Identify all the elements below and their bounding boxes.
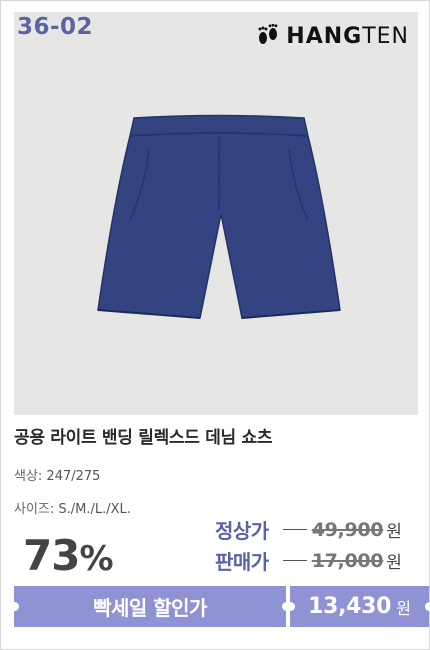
color-label: 색상: [14, 469, 38, 484]
color-option: 색상: 247/275: [14, 465, 100, 484]
discount-rate: 73%: [23, 531, 114, 580]
promo-currency: 원: [396, 598, 411, 618]
color-value: : 247/275: [37, 469, 101, 484]
sale-price-label: 판매가: [215, 550, 269, 574]
promo-price-button[interactable]: 13,430 원: [290, 586, 429, 627]
brand-logo: HANGTEN: [257, 22, 409, 50]
regular-price-label: 정상가: [215, 519, 269, 543]
discount-sign: %: [79, 539, 113, 579]
promo-price: 13,430: [308, 594, 392, 619]
promo-label-button[interactable]: 빡세일 할인가: [14, 586, 286, 627]
discount-number: 73: [23, 531, 80, 580]
product-card[interactable]: 36-02 HANGTEN 공용 라이트 밴딩 릴렉스드 데님 쇼츠 색상: 2…: [0, 0, 430, 650]
divider-line: [282, 560, 307, 561]
regular-price-value: 49,900: [311, 518, 384, 541]
promo-label: 빡세일 할인가: [93, 596, 207, 620]
regular-price-unit: 원: [386, 522, 402, 542]
denim-shorts-image: [97, 114, 341, 319]
regular-price-row: 정상가 49,900 원: [215, 515, 402, 544]
ticket-notch: [425, 602, 430, 611]
product-name[interactable]: 공용 라이트 밴딩 릴렉스드 데님 쇼츠: [14, 423, 273, 448]
product-code: 36-02: [17, 14, 94, 40]
brand-name: HANGTEN: [286, 23, 409, 49]
product-photo[interactable]: 36-02 HANGTEN: [14, 12, 418, 415]
ticket-notch: [286, 602, 295, 611]
size-option: 사이즈: S./M./L./XL.: [14, 498, 131, 517]
size-label: 사이즈: [14, 502, 50, 517]
size-value: : S./M./L./XL.: [49, 502, 131, 517]
sale-price-row: 판매가 17,000 원: [215, 546, 402, 575]
footprints-icon: [258, 24, 278, 44]
sale-price-unit: 원: [386, 553, 402, 573]
ticket-notch: [10, 602, 19, 611]
sale-price-value: 17,000: [311, 549, 384, 572]
divider-line: [282, 529, 307, 530]
